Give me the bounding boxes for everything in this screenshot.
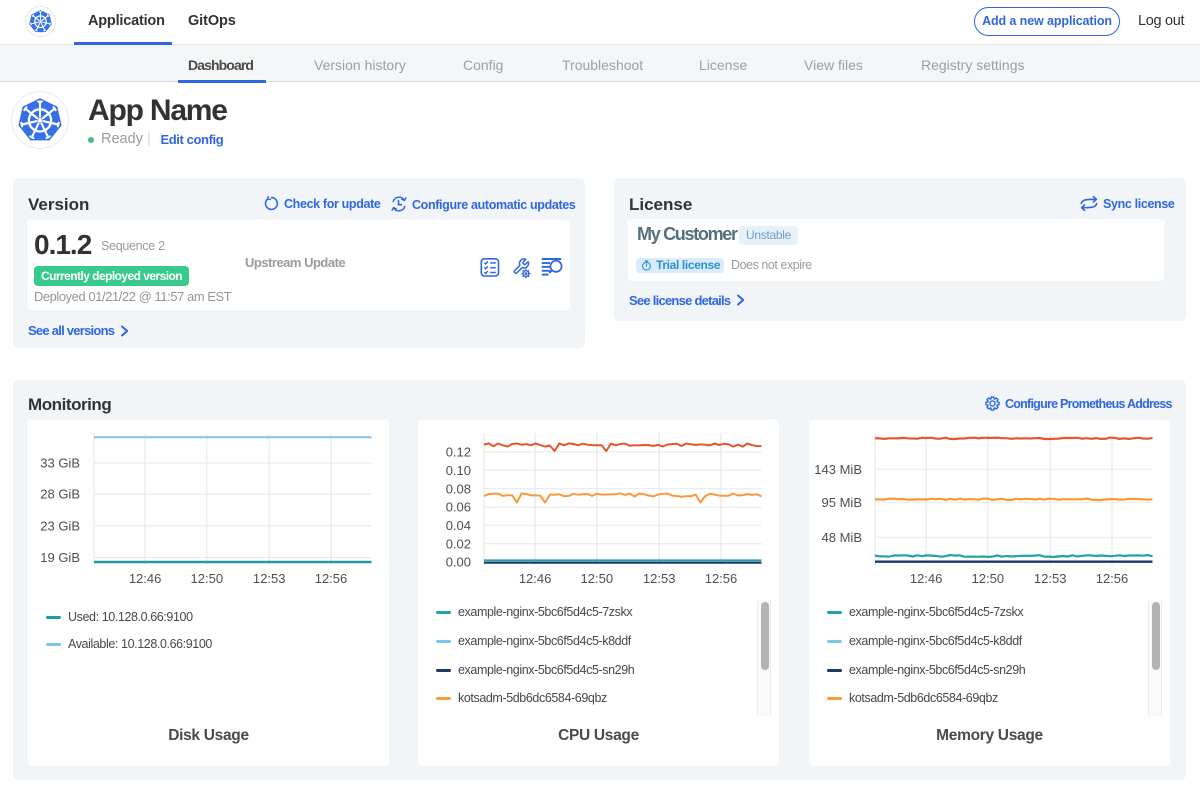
svg-text:12:53: 12:53	[643, 571, 676, 586]
svg-text:143 MiB: 143 MiB	[814, 462, 862, 477]
svg-text:0.06: 0.06	[446, 500, 471, 515]
svg-text:48 MiB: 48 MiB	[822, 530, 862, 545]
svg-text:12:56: 12:56	[1096, 571, 1129, 586]
svg-text:33 GiB: 33 GiB	[40, 456, 80, 471]
svg-text:12:50: 12:50	[581, 571, 614, 586]
svg-text:12:56: 12:56	[705, 571, 738, 586]
svg-text:12:46: 12:46	[519, 571, 552, 586]
svg-text:0.04: 0.04	[446, 518, 471, 533]
svg-text:95 MiB: 95 MiB	[822, 495, 862, 510]
svg-text:28 GiB: 28 GiB	[40, 487, 80, 502]
svg-text:0.08: 0.08	[446, 481, 471, 496]
svg-text:23 GiB: 23 GiB	[40, 518, 80, 533]
svg-text:12:53: 12:53	[1034, 571, 1067, 586]
svg-text:12:50: 12:50	[972, 571, 1005, 586]
svg-text:12:53: 12:53	[253, 571, 286, 586]
svg-text:12:56: 12:56	[315, 571, 348, 586]
svg-text:0.00: 0.00	[446, 554, 471, 569]
svg-text:0.02: 0.02	[446, 536, 471, 551]
svg-text:19 GiB: 19 GiB	[40, 550, 80, 565]
svg-text:12:46: 12:46	[910, 571, 943, 586]
svg-text:12:46: 12:46	[129, 571, 162, 586]
svg-text:12:50: 12:50	[191, 571, 224, 586]
svg-text:0.10: 0.10	[446, 463, 471, 478]
svg-text:0.12: 0.12	[446, 444, 471, 459]
